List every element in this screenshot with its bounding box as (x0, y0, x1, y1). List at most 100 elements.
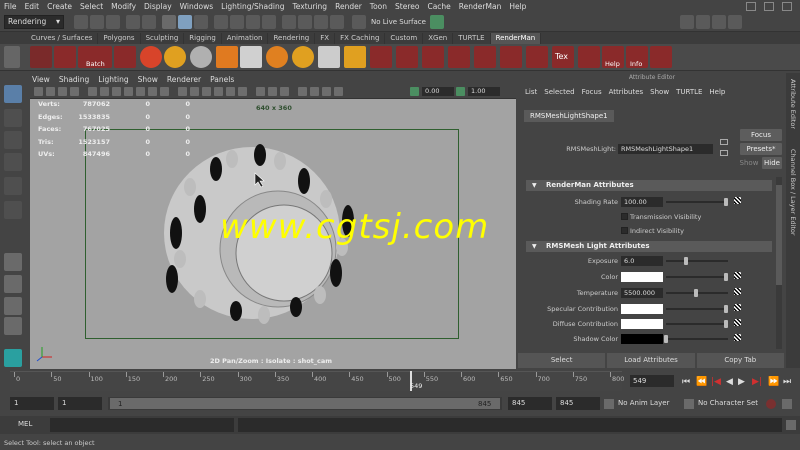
shelf-tab-custom[interactable]: Custom (385, 33, 424, 44)
shadow-map-icon[interactable] (734, 334, 741, 341)
ae-menu-attributes[interactable]: Attributes (609, 88, 644, 100)
menu-help[interactable]: Help (509, 2, 526, 11)
copy-tab-button[interactable]: Copy Tab (696, 353, 784, 368)
exposure-toggle-icon[interactable] (410, 87, 419, 96)
indirect-checkbox[interactable] (621, 227, 628, 234)
diffuse-map-icon[interactable] (734, 319, 741, 326)
lights-icon[interactable] (226, 87, 235, 96)
menu-select[interactable]: Select (80, 2, 103, 11)
snap-plane-icon[interactable] (262, 14, 276, 29)
ae-menu-list[interactable]: List (525, 88, 537, 100)
viewport-menu-show[interactable]: Show (138, 75, 158, 84)
aa-icon[interactable] (310, 87, 319, 96)
panel-layout-3-icon[interactable] (711, 14, 726, 29)
anim-layer-dropdown[interactable]: No Anim Layer (614, 397, 676, 410)
specular-knob[interactable] (724, 305, 728, 313)
channel-box-side-tab[interactable]: Channel Box / Layer Editor (789, 149, 797, 236)
color-map-icon[interactable] (734, 272, 741, 279)
light-attributes-section[interactable]: RMSMesh Light Attributes (526, 241, 772, 252)
ae-scrollbar-thumb[interactable] (776, 185, 782, 285)
shadow-knob[interactable] (664, 335, 668, 343)
character-set-dropdown[interactable]: No Character Set (694, 397, 764, 410)
light-bulb-icon[interactable] (216, 46, 238, 68)
ae-node-tab[interactable]: RMSMeshLightShape1 (524, 110, 614, 122)
menu-create[interactable]: Create (47, 2, 72, 11)
char-set-icon[interactable] (684, 399, 694, 409)
shelf-tab-renderman[interactable]: RenderMan (490, 33, 542, 44)
color-slider[interactable] (666, 276, 728, 278)
ae-menu-show[interactable]: Show (650, 88, 669, 100)
load-node-icon[interactable] (720, 139, 728, 145)
menu-cache[interactable]: Cache (427, 2, 450, 11)
snap-point-icon[interactable] (246, 14, 260, 29)
script-editor-icon[interactable] (786, 420, 796, 430)
shelf-tab-curves-surfaces[interactable]: Curves / Surfaces (26, 33, 99, 44)
motion-blur-icon[interactable] (322, 87, 331, 96)
displace-icon[interactable] (448, 46, 470, 68)
shelf-tab-rigging[interactable]: Rigging (184, 33, 222, 44)
menu-windows[interactable]: Windows (180, 2, 213, 11)
render-settings-icon[interactable] (314, 14, 328, 29)
isolate-icon[interactable] (256, 87, 265, 96)
menu-lighting-shading[interactable]: Lighting/Shading (221, 2, 284, 11)
hair-shader-icon[interactable] (396, 46, 418, 68)
xray-joints-icon[interactable] (280, 87, 289, 96)
diffuse-slider[interactable] (666, 323, 728, 325)
temperature-field[interactable]: 5500.000 (621, 288, 663, 298)
open-scene-icon[interactable] (90, 14, 104, 29)
menu-file[interactable]: File (4, 2, 17, 11)
viewport-panel[interactable]: 640 x 360 Verts: 787062 0 0 Edges: 1533835 0 0 F… (30, 99, 516, 369)
symmetry-icon[interactable] (429, 14, 444, 29)
diffuse-knob[interactable] (724, 320, 728, 328)
shelf-tab-fx[interactable]: FX (315, 33, 336, 44)
temperature-knob[interactable] (694, 289, 698, 297)
render-icon[interactable] (282, 14, 296, 29)
select-tool-icon[interactable] (4, 85, 22, 103)
go-to-end-icon[interactable]: ⏭ (783, 377, 791, 387)
range-bar[interactable] (110, 398, 500, 409)
exposure-field[interactable]: 0.00 (422, 87, 454, 96)
shelf-tool-icon[interactable] (4, 46, 20, 68)
color-knob[interactable] (724, 273, 728, 281)
select-hierarchy-icon[interactable] (162, 14, 176, 29)
menu-edit[interactable]: Edit (25, 2, 40, 11)
gate-mask-icon[interactable] (124, 87, 133, 96)
node-name-field[interactable]: RMSMeshLightShape1 (618, 144, 713, 154)
panel-layout-4-icon[interactable] (727, 14, 742, 29)
new-scene-icon[interactable] (74, 14, 88, 29)
focus-button[interactable]: Focus (740, 129, 782, 141)
ao-icon[interactable] (298, 87, 307, 96)
single-view-layout-icon[interactable] (4, 253, 22, 271)
redo-icon[interactable] (142, 14, 156, 29)
save-scene-icon[interactable] (106, 14, 120, 29)
rotate-tool-icon[interactable] (4, 177, 22, 195)
outliner-layout-icon[interactable] (4, 297, 22, 315)
camera-attr-icon[interactable] (46, 87, 55, 96)
step-back-frame-icon[interactable]: |◀ (711, 377, 721, 387)
ae-menu-turtle[interactable]: TURTLE (676, 88, 702, 100)
menu-renderman[interactable]: RenderMan (459, 2, 502, 11)
step-forward-key-icon[interactable]: ⏩ (768, 377, 779, 387)
diffuse-swatch[interactable] (621, 319, 663, 329)
menu-texturing[interactable]: Texturing (292, 2, 327, 11)
anim-layer-icon[interactable] (604, 399, 614, 409)
exposure-knob[interactable] (684, 257, 688, 265)
auto-key-icon[interactable] (766, 399, 776, 409)
map-button-icon[interactable] (734, 197, 741, 204)
gamma-toggle-icon[interactable] (456, 87, 465, 96)
hypershade-icon[interactable] (330, 14, 344, 29)
volume-icon[interactable] (474, 46, 496, 68)
shelf-tab-rendering[interactable]: Rendering (268, 33, 316, 44)
grid-icon[interactable] (88, 87, 97, 96)
ipr-icon[interactable] (298, 14, 312, 29)
shelf-tab-polygons[interactable]: Polygons (98, 33, 141, 44)
xray-icon[interactable] (268, 87, 277, 96)
renderman-attributes-section[interactable]: RenderMan Attributes (526, 180, 772, 191)
snap-grid-icon[interactable] (214, 14, 228, 29)
temperature-map-icon[interactable] (734, 288, 741, 295)
prefs-icon[interactable] (782, 399, 792, 409)
maximize-button[interactable] (764, 2, 774, 11)
menu-display[interactable]: Display (144, 2, 172, 11)
ae-menu-selected[interactable]: Selected (544, 88, 574, 100)
menu-render[interactable]: Render (335, 2, 362, 11)
